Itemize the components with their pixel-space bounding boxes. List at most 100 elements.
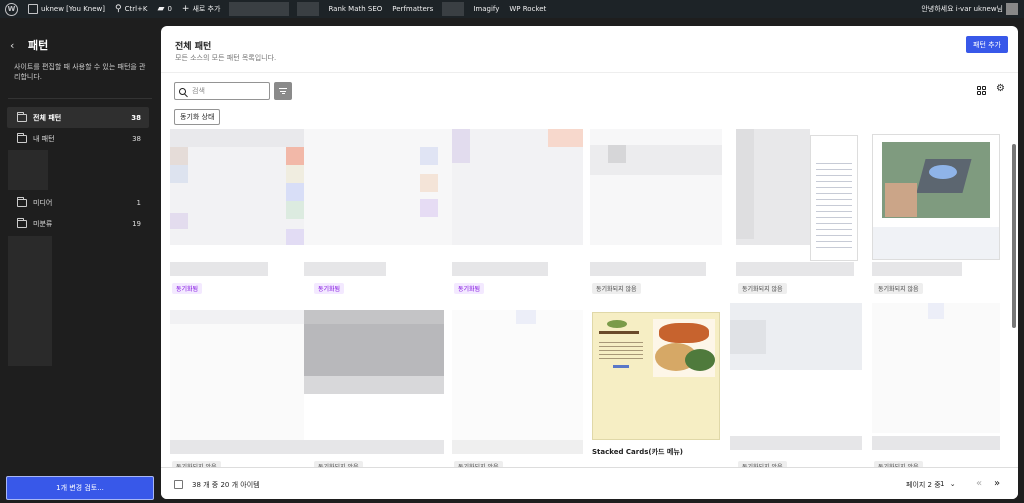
card-title bbox=[590, 262, 706, 276]
pattern-preview[interactable] bbox=[452, 129, 583, 245]
scrollbar[interactable] bbox=[1012, 144, 1016, 328]
page-label: 페이지 2 중 bbox=[906, 481, 941, 489]
plus-icon: + bbox=[181, 3, 190, 14]
site-name: uknew [You Knew] bbox=[41, 5, 105, 13]
page-description: 모든 소스의 모든 패턴 목록입니다. bbox=[175, 54, 277, 62]
search-input[interactable] bbox=[192, 87, 262, 95]
pattern-preview[interactable] bbox=[452, 310, 583, 440]
card-title bbox=[452, 440, 583, 454]
pattern-card[interactable]: 동기화되지 않음 bbox=[590, 129, 722, 294]
pattern-card[interactable]: 동기화되지 않음 bbox=[170, 310, 304, 472]
sync-status-filter-chip[interactable]: 동기화 상태 bbox=[174, 109, 221, 125]
filter-icon bbox=[279, 88, 287, 89]
perfmatters-menu[interactable]: Perfmatters bbox=[387, 0, 438, 18]
add-pattern-button[interactable]: 패턴 추가 bbox=[966, 36, 1008, 53]
card-title bbox=[872, 262, 962, 276]
page-select[interactable]: 1 ⌄ bbox=[940, 480, 956, 488]
admin-bar: W uknew [You Knew] ⚲ Ctrl+K ▰ 0 + 새로 추가 … bbox=[0, 0, 1024, 18]
sidebar-item-count: 19 bbox=[132, 219, 141, 228]
pattern-preview[interactable] bbox=[304, 129, 452, 245]
pattern-preview[interactable] bbox=[170, 129, 304, 245]
pattern-preview[interactable] bbox=[872, 134, 1000, 260]
rank-math-menu[interactable]: Rank Math SEO bbox=[323, 0, 387, 18]
patterns-panel: 전체 패턴 모든 소스의 모든 패턴 목록입니다. 패턴 추가 ⚙ 동기화 상태… bbox=[161, 26, 1018, 499]
sidebar-item-count: 38 bbox=[131, 113, 141, 122]
pattern-card[interactable]: 동기화되지 않음 bbox=[452, 310, 583, 472]
select-all-checkbox[interactable] bbox=[174, 480, 183, 489]
pattern-card[interactable]: 동기화되지 않음 bbox=[872, 303, 1000, 472]
pattern-card[interactable]: 동기화되지 않음 bbox=[730, 303, 862, 472]
card-title bbox=[730, 436, 862, 450]
filter-button[interactable] bbox=[274, 82, 292, 100]
comments-link[interactable]: ▰ 0 bbox=[153, 0, 177, 18]
divider bbox=[8, 98, 152, 99]
pattern-preview[interactable] bbox=[304, 310, 444, 394]
avatar bbox=[1006, 3, 1018, 15]
site-name-link[interactable]: uknew [You Knew] bbox=[23, 0, 110, 18]
imagify-menu[interactable]: Imagify bbox=[468, 0, 504, 18]
greeting: 안녕하세요 i-var uknew님 bbox=[921, 5, 1003, 13]
perfmatters-label: Perfmatters bbox=[392, 5, 434, 13]
card-title bbox=[170, 440, 304, 454]
gear-icon[interactable]: ⚙ bbox=[996, 84, 1005, 94]
search-shortcut: Ctrl+K bbox=[124, 5, 148, 13]
chevron-down-icon: ⌄ bbox=[949, 480, 956, 488]
sidebar-item-all-patterns[interactable]: 전체 패턴 38 bbox=[7, 107, 149, 128]
chevron-left-icon[interactable]: ‹ bbox=[10, 39, 24, 52]
redacted-menu-item[interactable] bbox=[297, 2, 320, 16]
sync-status-badge: 동기화됨 bbox=[172, 283, 203, 294]
redacted-menu-item[interactable] bbox=[442, 2, 465, 16]
card-title bbox=[170, 262, 268, 276]
imagify-label: Imagify bbox=[473, 5, 500, 13]
pattern-card-stacked-cards[interactable]: Stacked Cards(카드 메뉴) bbox=[592, 312, 720, 468]
pattern-card[interactable]: 동기화됨 bbox=[170, 129, 304, 294]
comments-count: 0 bbox=[167, 5, 172, 13]
my-account-menu[interactable]: 안녕하세요 i-var uknew님 bbox=[916, 0, 1024, 18]
next-page-icon[interactable]: » bbox=[994, 478, 1000, 489]
redacted-sidebar-block bbox=[8, 236, 52, 366]
page-title: 전체 패턴 bbox=[175, 42, 212, 52]
folder-icon bbox=[17, 217, 27, 228]
sidebar-title: 패턴 bbox=[28, 39, 49, 52]
sidebar: ‹ 패턴 사이트를 편집할 때 사용할 수 있는 패턴을 관리합니다. 전체 패… bbox=[0, 18, 160, 503]
card-title bbox=[304, 440, 444, 454]
wp-rocket-menu[interactable]: WP Rocket bbox=[504, 0, 551, 18]
pattern-card[interactable]: 동기화되지 않음 bbox=[304, 310, 444, 472]
sync-status-badge: 동기화되지 않음 bbox=[592, 283, 641, 294]
previous-page-icon[interactable]: « bbox=[976, 478, 982, 489]
pattern-preview[interactable] bbox=[170, 310, 304, 440]
pagination-footer: 38 개 중 20 개 아이템 페이지 2 중 1 ⌄ « » bbox=[161, 467, 1018, 499]
sidebar-item-uncategorized[interactable]: 미분류 19 bbox=[7, 213, 149, 234]
sync-status-badge: 동기화되지 않음 bbox=[874, 283, 923, 294]
pattern-card[interactable]: 동기화됨 bbox=[452, 129, 583, 294]
command-palette-button[interactable]: ⚲ Ctrl+K bbox=[110, 0, 153, 18]
sidebar-item-media[interactable]: 미디어 1 bbox=[7, 192, 149, 213]
divider bbox=[161, 72, 1018, 73]
sidebar-item-my-patterns[interactable]: 내 패턴 38 bbox=[7, 128, 149, 149]
pattern-preview[interactable] bbox=[872, 303, 1000, 433]
pattern-preview[interactable] bbox=[592, 312, 720, 440]
sidebar-item-count: 1 bbox=[136, 198, 141, 207]
sync-status-badge: 동기화됨 bbox=[314, 283, 345, 294]
page-select-value: 1 bbox=[940, 480, 945, 488]
sidebar-description: 사이트를 편집할 때 사용할 수 있는 패턴을 관리합니다. bbox=[14, 63, 146, 81]
sidebar-item-count: 38 bbox=[132, 134, 141, 143]
wordpress-logo-button[interactable]: W bbox=[0, 0, 23, 18]
review-changes-button[interactable]: 1개 변경 검토... bbox=[6, 476, 154, 500]
pattern-preview[interactable] bbox=[590, 129, 722, 245]
redacted-sidebar-block bbox=[8, 150, 48, 190]
grid-view-icon[interactable] bbox=[977, 86, 986, 95]
new-label: 새로 추가 bbox=[192, 5, 221, 13]
pattern-card[interactable]: 동기화되지 않음 bbox=[736, 129, 870, 294]
redacted-menu-item[interactable] bbox=[229, 2, 290, 16]
pattern-card[interactable]: 동기화되지 않음 bbox=[872, 134, 1000, 294]
card-title bbox=[736, 262, 854, 276]
rank-math-label: Rank Math SEO bbox=[328, 5, 383, 13]
home-icon bbox=[28, 4, 38, 14]
folder-icon bbox=[17, 196, 27, 207]
search-icon: ⚲ bbox=[115, 3, 122, 14]
pattern-card[interactable]: 동기화됨 bbox=[304, 129, 452, 294]
new-content-menu[interactable]: + 새로 추가 bbox=[177, 0, 226, 18]
pattern-preview[interactable] bbox=[736, 129, 810, 245]
pattern-preview[interactable] bbox=[730, 303, 862, 370]
